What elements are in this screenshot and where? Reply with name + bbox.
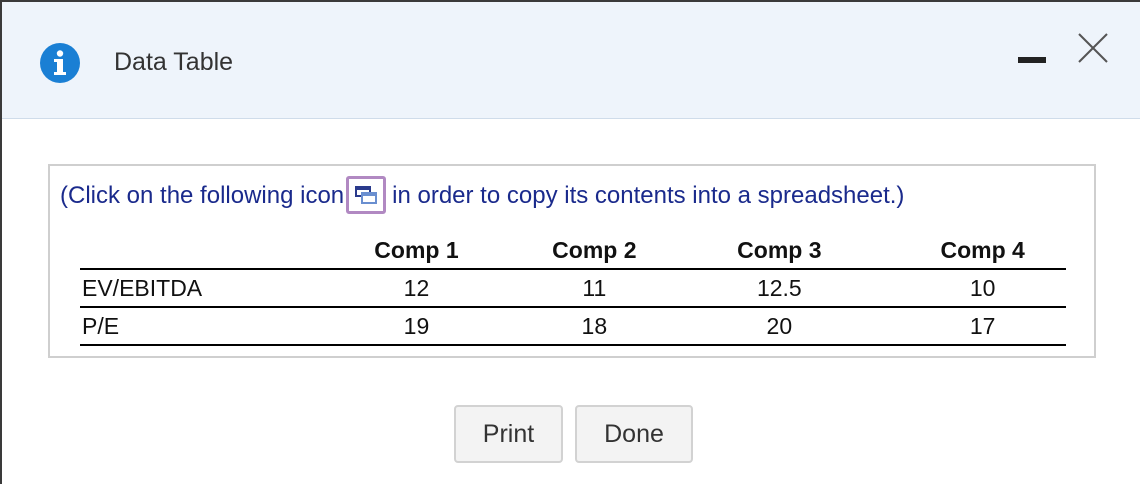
table-cell: 11 [529,269,660,308]
header-comp-2: Comp 2 [529,232,660,270]
table-row: P/E 19 18 20 17 [80,307,1066,346]
table-cell: 19 [303,307,530,346]
header-comp-1: Comp 1 [303,232,530,270]
minimize-icon [1018,57,1046,63]
minimize-button[interactable] [1014,49,1048,69]
table-row: EV/EBITDA 12 11 12.5 10 [80,269,1066,308]
copy-instruction: (Click on the following icon in order to… [60,176,905,215]
comparables-table: Comp 1 Comp 2 Comp 3 Comp 4 EV/EBITDA 12… [80,232,1066,346]
table-cell: 12.5 [659,269,900,308]
instruction-text-before: (Click on the following icon [60,182,345,209]
instruction-text-after: in order to copy its contents into a spr… [392,182,905,209]
header-comp-3: Comp 3 [659,232,900,270]
dialog-titlebar: Data Table [2,2,1140,119]
done-button[interactable]: Done [575,405,693,463]
table-cell: 18 [529,307,660,346]
close-button[interactable] [1075,30,1111,66]
header-comp-4: Comp 4 [899,232,1066,270]
row-label: P/E [80,307,304,346]
table-cell: 10 [899,269,1066,308]
info-icon [40,43,80,83]
dialog-title: Data Table [114,48,234,76]
row-label: EV/EBITDA [80,269,304,308]
header-cell-empty [80,232,304,270]
close-icon [1078,33,1108,63]
table-header-row: Comp 1 Comp 2 Comp 3 Comp 4 [80,232,1066,270]
table-cell: 17 [899,307,1066,346]
print-button[interactable]: Print [454,405,563,463]
copy-to-spreadsheet-icon[interactable] [346,176,387,214]
table-cell: 12 [303,269,530,308]
table-cell: 20 [659,307,900,346]
